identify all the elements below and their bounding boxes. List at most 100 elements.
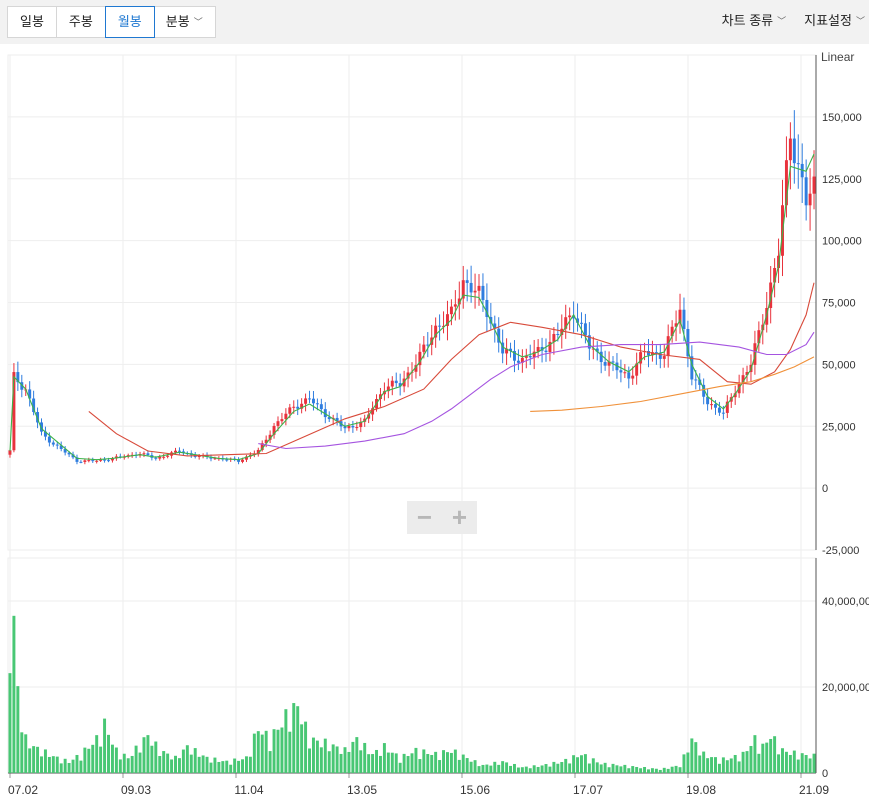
volume-bar — [83, 747, 87, 773]
moving-average-line-2 — [88, 282, 815, 457]
candle-body — [378, 394, 382, 400]
volume-bar — [71, 759, 75, 773]
volume-bar — [248, 756, 252, 773]
candle-body — [371, 408, 375, 415]
volume-bar — [611, 763, 615, 773]
period-weekly-button[interactable]: 주봉 — [57, 7, 106, 37]
candle-body — [580, 322, 583, 324]
candle-body — [426, 344, 430, 346]
candle-body — [733, 393, 737, 398]
volume-bar — [154, 741, 158, 773]
volume-bar — [75, 754, 79, 773]
volume-bar — [765, 742, 769, 773]
candle-body — [804, 177, 808, 206]
volume-bar — [639, 768, 643, 773]
candle-body — [319, 404, 323, 410]
candle-body — [59, 445, 63, 449]
candle-body — [264, 439, 268, 444]
volume-bar — [686, 752, 690, 773]
candle-body — [51, 442, 55, 445]
chart-type-dropdown[interactable]: 차트 종류 ﹀ — [722, 10, 786, 29]
volume-bar — [717, 763, 721, 773]
candle-body — [607, 361, 611, 366]
volume-bar — [473, 760, 477, 773]
volume-bar — [355, 737, 359, 773]
stock-chart[interactable]: Linear 150,000 125,000 100,000 75,000 50,000… — [0, 0, 869, 803]
indicator-settings-dropdown[interactable]: 지표설정 ﹀ — [804, 10, 865, 29]
volume-bar — [513, 763, 516, 773]
candle-body — [166, 455, 170, 457]
volume-bar — [520, 767, 524, 773]
candle-body — [122, 456, 126, 458]
candle-body — [296, 406, 300, 409]
candle-body — [745, 372, 749, 376]
volume-bar — [580, 755, 583, 773]
volume-bar — [335, 746, 339, 773]
volume-bar — [777, 754, 781, 773]
candle-body — [781, 205, 784, 256]
volume-bar — [323, 738, 327, 773]
candle-body — [757, 330, 761, 344]
volume-bar — [292, 703, 296, 773]
candle-body — [749, 364, 753, 373]
scale-mode-label[interactable]: Linear — [821, 50, 854, 64]
period-minute-dropdown[interactable]: 분봉 ﹀ — [154, 7, 215, 37]
candle-body — [244, 456, 248, 460]
volume-bar — [548, 766, 552, 773]
candle-body — [572, 315, 576, 319]
volume-bar — [252, 733, 256, 773]
zoom-out-button[interactable]: − — [407, 501, 442, 534]
candle-body — [36, 412, 40, 423]
volume-bar — [158, 756, 162, 773]
zoom-in-button[interactable]: + — [442, 501, 477, 534]
volume-bar — [682, 754, 686, 773]
volume-bar — [662, 767, 666, 773]
volume-bar — [702, 751, 706, 773]
volume-bar — [568, 763, 572, 773]
volume-bar — [359, 750, 363, 773]
candle-body — [256, 449, 260, 454]
volume-bar — [47, 756, 51, 773]
volume-bar — [221, 761, 225, 773]
candle-body — [643, 350, 647, 353]
chevron-down-icon: ﹀ — [193, 17, 203, 27]
volume-bar — [426, 754, 430, 773]
volume-bar — [741, 751, 745, 773]
volume-bar — [615, 765, 619, 773]
volume-bar — [95, 735, 99, 773]
volume-bar — [678, 767, 682, 773]
volume-bar — [654, 768, 658, 773]
candle-body — [272, 425, 276, 435]
candle-body — [201, 455, 205, 457]
volume-bar — [587, 763, 591, 773]
volume-bar — [481, 764, 485, 773]
period-daily-button[interactable]: 일봉 — [8, 7, 57, 37]
volume-bar — [694, 742, 698, 773]
candle-body — [55, 444, 59, 446]
volume-bar — [804, 755, 808, 773]
candle-body — [315, 403, 319, 405]
candle-body — [497, 328, 501, 343]
volume-bar — [528, 768, 532, 773]
volume-bar — [197, 756, 201, 773]
candle-body — [8, 450, 12, 455]
volume-bar — [658, 769, 662, 773]
volume-bar — [509, 765, 513, 773]
candle-body — [154, 457, 158, 459]
volume-bar — [24, 734, 28, 773]
candle-body — [221, 458, 225, 460]
volume-bar — [524, 766, 528, 773]
volume-bar — [394, 753, 398, 773]
candle-body — [103, 459, 107, 461]
volume-bar — [769, 738, 773, 773]
volume-bar — [146, 735, 150, 773]
volume-bar — [189, 754, 193, 773]
volume-bar — [331, 744, 335, 773]
volume-bar — [213, 757, 217, 773]
candle-body — [792, 138, 796, 164]
x-tick-label: 21.09 — [799, 783, 829, 797]
volume-bar — [501, 761, 505, 773]
volume-bar — [796, 759, 800, 773]
period-monthly-button[interactable]: 월봉 — [104, 6, 155, 38]
candle-body — [398, 383, 402, 387]
